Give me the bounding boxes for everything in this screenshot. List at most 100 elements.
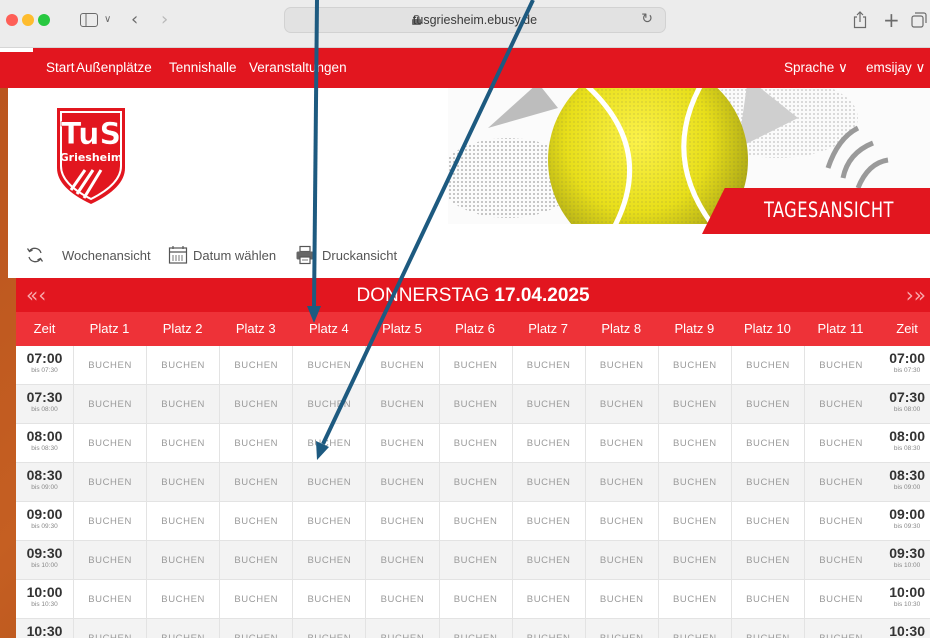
book-button-platz-10[interactable]: BUCHEN	[730, 346, 804, 385]
book-button-platz-3[interactable]: BUCHEN	[219, 619, 292, 638]
user-menu[interactable]: emsijay ∨	[866, 60, 925, 76]
book-button-platz-8[interactable]: BUCHEN	[584, 502, 658, 541]
book-button-platz-8[interactable]: BUCHEN	[584, 580, 658, 619]
book-button-platz-3[interactable]: BUCHEN	[219, 502, 292, 541]
book-button-platz-5[interactable]: BUCHEN	[365, 424, 438, 463]
book-button-platz-6[interactable]: BUCHEN	[438, 346, 512, 385]
close-window-button[interactable]	[6, 14, 18, 26]
back-icon[interactable]: ‹	[131, 8, 138, 32]
book-button-platz-6[interactable]: BUCHEN	[438, 619, 512, 638]
book-button-platz-7[interactable]: BUCHEN	[511, 619, 585, 638]
nav-tennishalle[interactable]: Tennishalle	[169, 60, 237, 75]
book-button-platz-6[interactable]: BUCHEN	[438, 502, 512, 541]
book-button-platz-11[interactable]: BUCHEN	[804, 463, 877, 502]
book-button-platz-8[interactable]: BUCHEN	[584, 541, 658, 580]
book-button-platz-4[interactable]: BUCHEN	[292, 580, 365, 619]
book-button-platz-8[interactable]: BUCHEN	[584, 385, 658, 424]
book-button-platz-9[interactable]: BUCHEN	[657, 619, 731, 638]
book-button-platz-4[interactable]: BUCHEN	[292, 619, 365, 638]
book-button-platz-11[interactable]: BUCHEN	[804, 619, 877, 638]
book-button-platz-5[interactable]: BUCHEN	[365, 502, 438, 541]
book-button-platz-2[interactable]: BUCHEN	[146, 502, 219, 541]
book-button-platz-4[interactable]: BUCHEN	[292, 463, 365, 502]
address-bar[interactable]: tusgriesheim.ebusy.de ↻	[284, 7, 666, 33]
book-button-platz-7[interactable]: BUCHEN	[511, 424, 585, 463]
book-button-platz-3[interactable]: BUCHEN	[219, 385, 292, 424]
book-button-platz-10[interactable]: BUCHEN	[730, 580, 804, 619]
reload-icon[interactable]: ↻	[641, 11, 653, 27]
nav-start[interactable]: Start	[46, 60, 75, 75]
new-tab-icon[interactable]: +	[883, 8, 900, 32]
book-button-platz-11[interactable]: BUCHEN	[804, 541, 877, 580]
book-button-platz-6[interactable]: BUCHEN	[438, 424, 512, 463]
book-button-platz-11[interactable]: BUCHEN	[804, 580, 877, 619]
book-button-platz-8[interactable]: BUCHEN	[584, 424, 658, 463]
book-button-platz-7[interactable]: BUCHEN	[511, 541, 585, 580]
book-button-platz-9[interactable]: BUCHEN	[657, 424, 731, 463]
next-day-icon[interactable]: ›»	[906, 283, 926, 307]
minimize-window-button[interactable]	[22, 14, 34, 26]
book-button-platz-6[interactable]: BUCHEN	[438, 580, 512, 619]
forward-icon[interactable]: ›	[161, 8, 168, 32]
chevron-down-icon[interactable]: ∨	[104, 8, 111, 32]
tabs-icon[interactable]	[911, 8, 927, 32]
book-button-platz-2[interactable]: BUCHEN	[146, 385, 219, 424]
book-button-platz-1[interactable]: BUCHEN	[73, 424, 146, 463]
book-button-platz-11[interactable]: BUCHEN	[804, 385, 877, 424]
book-button-platz-4[interactable]: BUCHEN	[292, 502, 365, 541]
book-button-platz-7[interactable]: BUCHEN	[511, 463, 585, 502]
book-button-platz-5[interactable]: BUCHEN	[365, 541, 438, 580]
book-button-platz-6[interactable]: BUCHEN	[438, 541, 512, 580]
book-button-platz-6[interactable]: BUCHEN	[438, 385, 512, 424]
book-button-platz-4[interactable]: BUCHEN	[292, 385, 365, 424]
book-button-platz-4[interactable]: BUCHEN	[292, 346, 365, 385]
book-button-platz-2[interactable]: BUCHEN	[146, 580, 219, 619]
book-button-platz-1[interactable]: BUCHEN	[73, 541, 146, 580]
share-icon[interactable]	[853, 8, 867, 32]
sidebar-icon[interactable]	[80, 8, 100, 32]
book-button-platz-1[interactable]: BUCHEN	[73, 619, 146, 638]
book-button-platz-9[interactable]: BUCHEN	[657, 385, 731, 424]
book-button-platz-9[interactable]: BUCHEN	[657, 346, 731, 385]
book-button-platz-4[interactable]: BUCHEN	[292, 424, 365, 463]
book-button-platz-8[interactable]: BUCHEN	[584, 346, 658, 385]
book-button-platz-8[interactable]: BUCHEN	[584, 463, 658, 502]
week-view-button[interactable]: Wochenansicht	[25, 247, 151, 263]
book-button-platz-5[interactable]: BUCHEN	[365, 346, 438, 385]
book-button-platz-3[interactable]: BUCHEN	[219, 580, 292, 619]
book-button-platz-3[interactable]: BUCHEN	[219, 346, 292, 385]
book-button-platz-10[interactable]: BUCHEN	[730, 502, 804, 541]
book-button-platz-6[interactable]: BUCHEN	[438, 463, 512, 502]
book-button-platz-10[interactable]: BUCHEN	[730, 424, 804, 463]
book-button-platz-10[interactable]: BUCHEN	[730, 619, 804, 638]
book-button-platz-2[interactable]: BUCHEN	[146, 346, 219, 385]
book-button-platz-7[interactable]: BUCHEN	[511, 580, 585, 619]
book-button-platz-11[interactable]: BUCHEN	[804, 424, 877, 463]
book-button-platz-7[interactable]: BUCHEN	[511, 346, 585, 385]
nav-veranstaltungen[interactable]: Veranstaltungen	[249, 60, 347, 75]
book-button-platz-1[interactable]: BUCHEN	[73, 346, 146, 385]
book-button-platz-7[interactable]: BUCHEN	[511, 502, 585, 541]
book-button-platz-7[interactable]: BUCHEN	[511, 385, 585, 424]
book-button-platz-9[interactable]: BUCHEN	[657, 580, 731, 619]
language-menu[interactable]: Sprache ∨	[784, 60, 848, 76]
book-button-platz-10[interactable]: BUCHEN	[730, 385, 804, 424]
club-logo[interactable]: TuS Griesheim	[55, 106, 127, 206]
book-button-platz-3[interactable]: BUCHEN	[219, 424, 292, 463]
book-button-platz-9[interactable]: BUCHEN	[657, 541, 731, 580]
book-button-platz-1[interactable]: BUCHEN	[73, 463, 146, 502]
book-button-platz-5[interactable]: BUCHEN	[365, 463, 438, 502]
book-button-platz-9[interactable]: BUCHEN	[657, 502, 731, 541]
choose-date-button[interactable]: Datum wählen	[168, 246, 276, 264]
book-button-platz-9[interactable]: BUCHEN	[657, 463, 731, 502]
book-button-platz-10[interactable]: BUCHEN	[730, 541, 804, 580]
book-button-platz-4[interactable]: BUCHEN	[292, 541, 365, 580]
nav-aussenplaetze[interactable]: Außenplätze	[76, 60, 152, 75]
book-button-platz-1[interactable]: BUCHEN	[73, 385, 146, 424]
book-button-platz-3[interactable]: BUCHEN	[219, 463, 292, 502]
book-button-platz-10[interactable]: BUCHEN	[730, 463, 804, 502]
zoom-window-button[interactable]	[38, 14, 50, 26]
book-button-platz-1[interactable]: BUCHEN	[73, 580, 146, 619]
book-button-platz-2[interactable]: BUCHEN	[146, 619, 219, 638]
book-button-platz-8[interactable]: BUCHEN	[584, 619, 658, 638]
